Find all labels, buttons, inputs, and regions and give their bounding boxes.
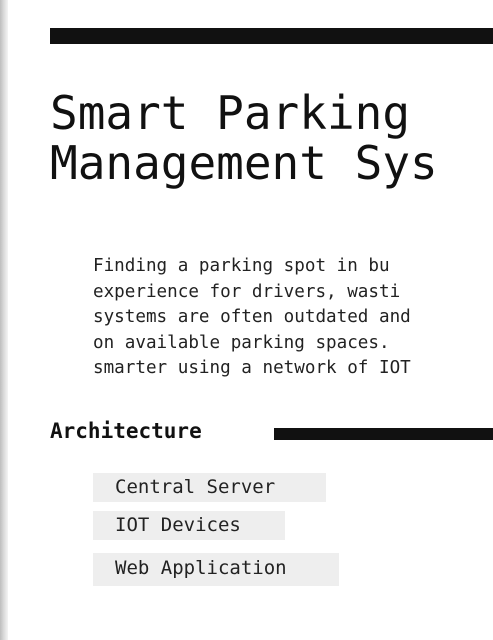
intro-line: experience for drivers, wasti	[93, 281, 401, 302]
intro-line: on available parking spaces.	[93, 332, 390, 353]
title-line-2: Management Sys	[50, 136, 438, 190]
intro-line: systems are often outdated and	[93, 307, 411, 327]
section-title-architecture: Architecture	[50, 419, 202, 443]
page-edge-shadow	[0, 0, 8, 640]
component-chip-web-application: Web Application	[93, 553, 339, 586]
component-chip-central-server: Central Server	[93, 473, 326, 502]
title-line-1: Smart Parking	[50, 86, 411, 140]
intro-paragraph: Finding a parking spot in bu experience …	[93, 254, 411, 382]
top-rule	[50, 28, 493, 44]
component-chip-iot-devices: IOT Devices	[93, 511, 285, 540]
page-title: Smart Parking Management Sys	[50, 88, 438, 188]
intro-line: Finding a parking spot in bu	[93, 256, 390, 276]
intro-line: smarter using a network of IOT	[93, 358, 411, 378]
section-rule	[274, 428, 493, 440]
